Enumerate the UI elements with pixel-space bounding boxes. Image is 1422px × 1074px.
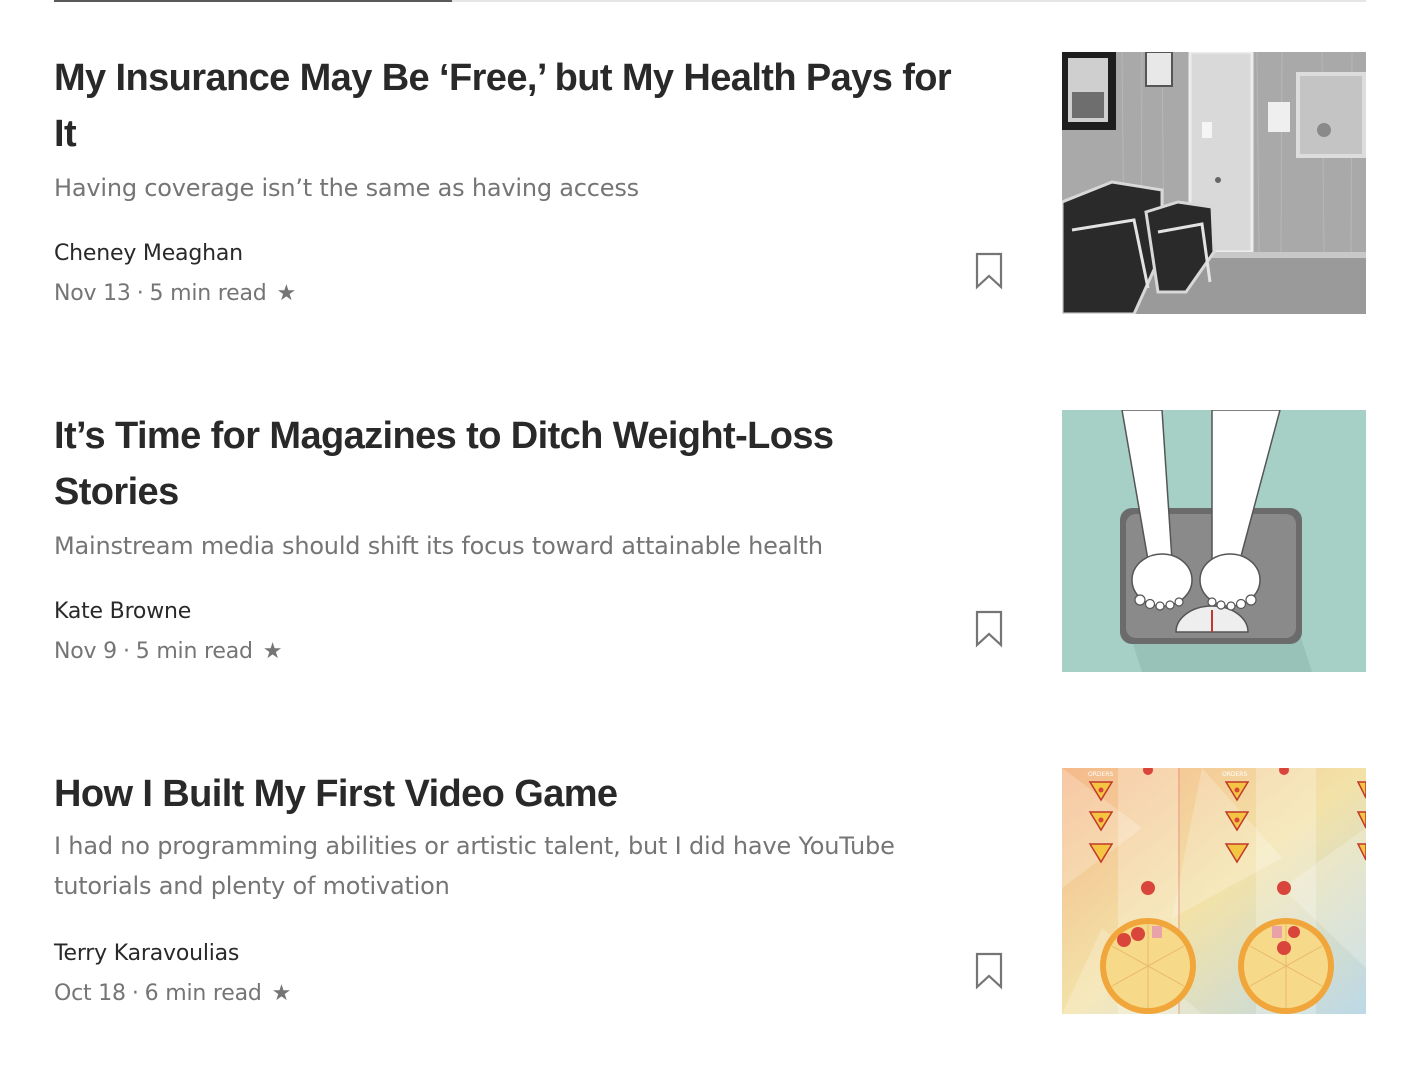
bookmark-icon[interactable] [974, 252, 1004, 290]
waiting-room-photo-icon [1062, 52, 1366, 314]
article-text: It’s Time for Magazines to Ditch Weight-… [54, 408, 954, 566]
author-name[interactable]: Kate Browne [54, 592, 282, 632]
publish-date: Nov 9 [54, 639, 117, 664]
article-text: My Insurance May Be ‘Free,’ but My Healt… [54, 50, 954, 208]
separator-dot: · [122, 639, 130, 664]
feet-on-scale-illustration-icon [1062, 410, 1366, 672]
publish-date: Oct 18 [54, 981, 126, 1006]
article-thumbnail[interactable] [1062, 52, 1366, 314]
bookmark-icon[interactable] [974, 610, 1004, 648]
article-subtitle[interactable]: Having coverage isn’t the same as having… [54, 168, 954, 208]
article-details: Nov 13 · 5 min read ★ [54, 274, 296, 314]
article-meta: Terry Karavoulias Oct 18 · 6 min read ★ [54, 934, 291, 1014]
separator-dot: · [136, 281, 144, 306]
orders-label: ORDERS [1088, 771, 1113, 778]
read-time: 6 min read [144, 981, 262, 1006]
separator-dot: · [131, 981, 139, 1006]
pizza-game-screenshot-icon: ORDERS ORDERS [1062, 768, 1366, 1014]
article-meta: Kate Browne Nov 9 · 5 min read ★ [54, 592, 282, 672]
author-name[interactable]: Cheney Meaghan [54, 234, 296, 274]
member-star-icon: ★ [262, 639, 283, 664]
article-subtitle[interactable]: Mainstream media should shift its focus … [54, 526, 954, 566]
read-time: 5 min read [135, 639, 253, 664]
article-title[interactable]: It’s Time for Magazines to Ditch Weight-… [54, 408, 954, 520]
tab-underline [54, 0, 1366, 2]
member-star-icon: ★ [271, 981, 292, 1006]
read-time: 5 min read [149, 281, 267, 306]
tab-underline-active [54, 0, 452, 2]
article-title[interactable]: My Insurance May Be ‘Free,’ but My Healt… [54, 50, 954, 162]
article-details: Oct 18 · 6 min read ★ [54, 974, 291, 1014]
article-thumbnail[interactable]: ORDERS ORDERS [1062, 768, 1366, 1014]
article-text: How I Built My First Video Game I had no… [54, 766, 954, 906]
article-thumbnail[interactable] [1062, 410, 1366, 672]
article-details: Nov 9 · 5 min read ★ [54, 632, 282, 672]
publish-date: Nov 13 [54, 281, 131, 306]
orders-label: ORDERS [1222, 771, 1247, 778]
article-title[interactable]: How I Built My First Video Game [54, 766, 954, 822]
author-name[interactable]: Terry Karavoulias [54, 934, 291, 974]
bookmark-icon[interactable] [974, 952, 1004, 990]
article-meta: Cheney Meaghan Nov 13 · 5 min read ★ [54, 234, 296, 314]
member-star-icon: ★ [276, 281, 297, 306]
article-subtitle[interactable]: I had no programming abilities or artist… [54, 826, 954, 906]
